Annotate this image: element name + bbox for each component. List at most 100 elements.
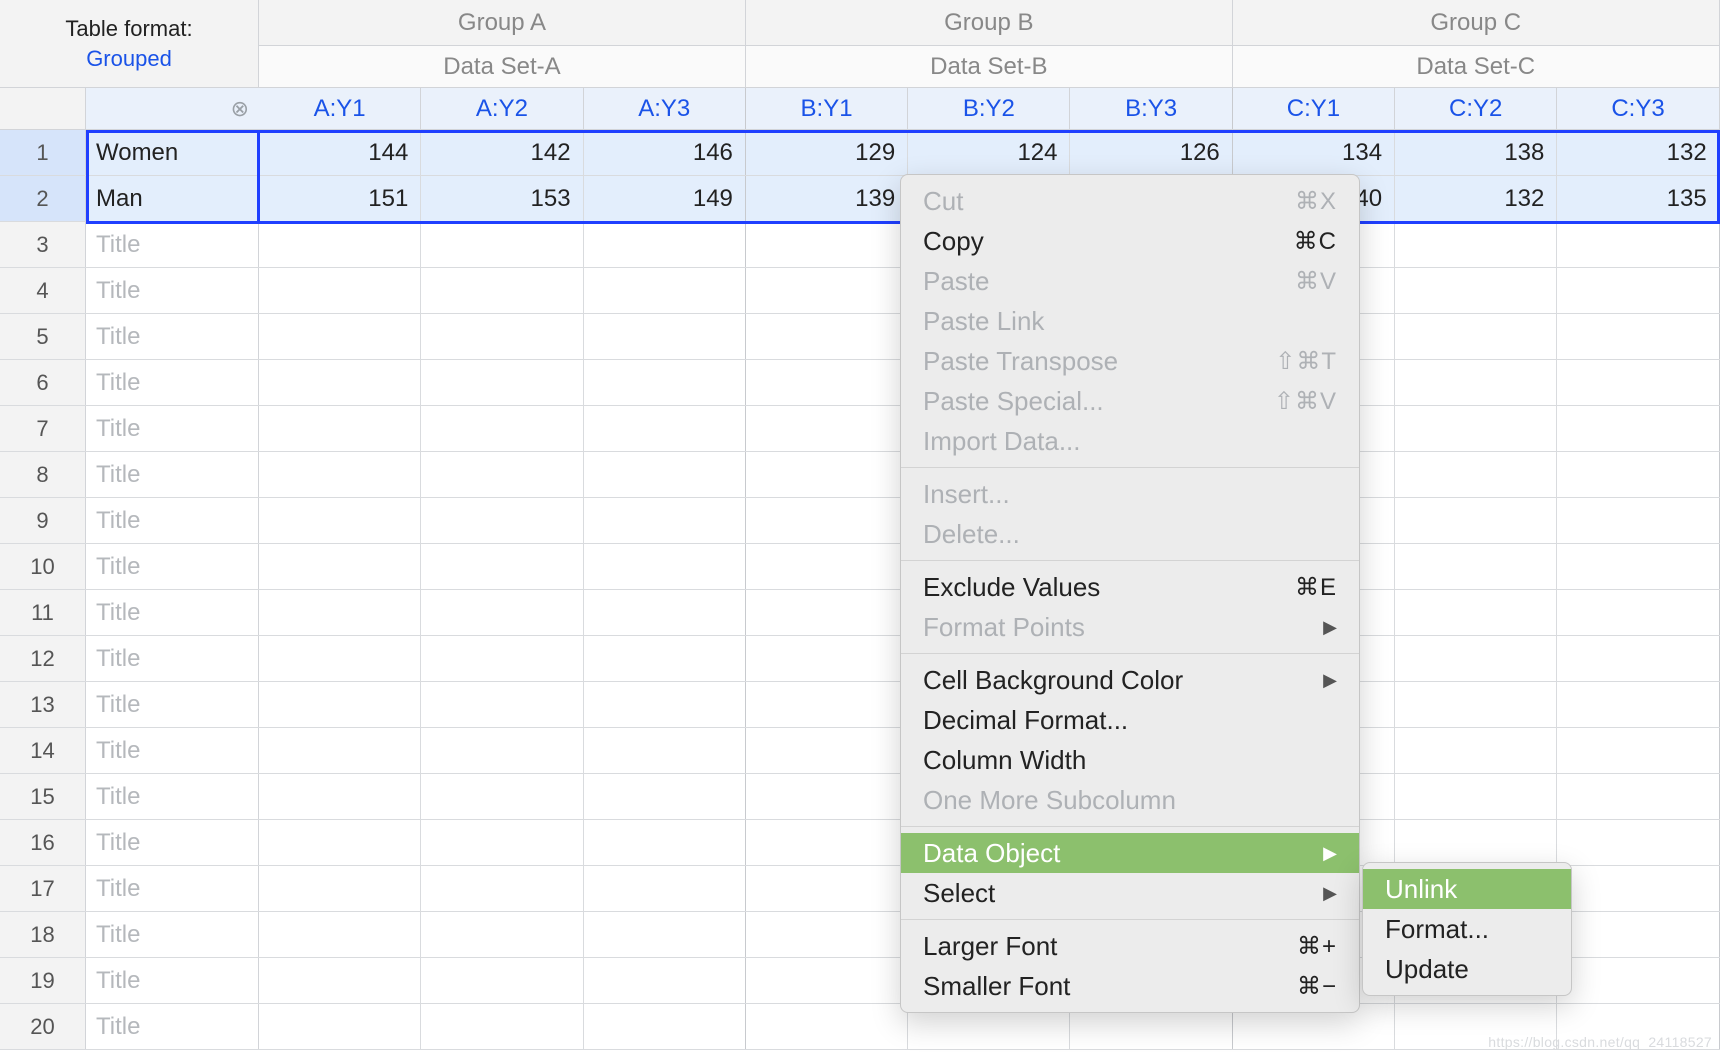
data-cell[interactable]: [746, 682, 908, 727]
row-label[interactable]: Title: [86, 498, 259, 543]
table-row[interactable]: 7Title: [0, 406, 1720, 452]
data-cell[interactable]: [1395, 406, 1557, 451]
table-row[interactable]: 3Title: [0, 222, 1720, 268]
row-number[interactable]: 7: [0, 406, 86, 451]
data-cell[interactable]: [746, 958, 908, 1003]
data-cell[interactable]: [1557, 912, 1719, 957]
data-cell[interactable]: [421, 498, 583, 543]
data-cell[interactable]: [746, 268, 908, 313]
data-cell[interactable]: [1395, 774, 1557, 819]
table-row[interactable]: 2Man151153149139140132135: [0, 176, 1720, 222]
data-cell[interactable]: [584, 958, 746, 1003]
data-cell[interactable]: [584, 636, 746, 681]
data-cell[interactable]: [259, 958, 421, 1003]
data-cell[interactable]: [584, 360, 746, 405]
table-row[interactable]: 4Title: [0, 268, 1720, 314]
row-label[interactable]: Women: [86, 130, 259, 175]
data-cell[interactable]: [259, 406, 421, 451]
table-row[interactable]: 6Title: [0, 360, 1720, 406]
data-cell[interactable]: 134: [1233, 130, 1395, 175]
data-cell[interactable]: [1557, 820, 1719, 865]
row-number[interactable]: 18: [0, 912, 86, 957]
row-number[interactable]: 20: [0, 1004, 86, 1049]
data-cell[interactable]: [259, 1004, 421, 1049]
data-cell[interactable]: [421, 774, 583, 819]
group-header-b[interactable]: Group B: [746, 0, 1233, 45]
row-number[interactable]: 17: [0, 866, 86, 911]
subcol-a-y2[interactable]: A:Y2: [421, 88, 583, 129]
data-cell[interactable]: [259, 544, 421, 589]
data-cell[interactable]: [584, 682, 746, 727]
row-label[interactable]: Title: [86, 452, 259, 497]
data-cell[interactable]: [584, 314, 746, 359]
data-cell[interactable]: [259, 314, 421, 359]
data-cell[interactable]: [584, 774, 746, 819]
data-cell[interactable]: [1557, 774, 1719, 819]
menu-item[interactable]: Column Width: [901, 740, 1359, 780]
data-cell[interactable]: [1557, 728, 1719, 773]
data-cell[interactable]: [584, 406, 746, 451]
subcol-c-y1[interactable]: C:Y1: [1233, 88, 1395, 129]
data-cell[interactable]: [746, 820, 908, 865]
data-cell[interactable]: 153: [421, 176, 583, 221]
data-cell[interactable]: 138: [1395, 130, 1557, 175]
data-cell[interactable]: [746, 498, 908, 543]
data-cell[interactable]: [1395, 728, 1557, 773]
data-cell[interactable]: [1557, 958, 1719, 1003]
data-cell[interactable]: [1557, 406, 1719, 451]
data-cell[interactable]: [1395, 544, 1557, 589]
row-label[interactable]: Title: [86, 1004, 259, 1049]
data-cell[interactable]: [421, 314, 583, 359]
subcol-b-y2[interactable]: B:Y2: [908, 88, 1070, 129]
data-cell[interactable]: [259, 636, 421, 681]
data-cell[interactable]: [421, 912, 583, 957]
data-cell[interactable]: [259, 912, 421, 957]
data-cell[interactable]: [746, 1004, 908, 1049]
data-cell[interactable]: 135: [1557, 176, 1719, 221]
data-cell[interactable]: [746, 590, 908, 635]
data-cell[interactable]: [1557, 452, 1719, 497]
data-cell[interactable]: [746, 222, 908, 267]
data-cell[interactable]: [421, 728, 583, 773]
table-row[interactable]: 15Title: [0, 774, 1720, 820]
table-row[interactable]: 12Title: [0, 636, 1720, 682]
row-number[interactable]: 8: [0, 452, 86, 497]
data-cell[interactable]: [421, 452, 583, 497]
row-label[interactable]: Title: [86, 958, 259, 1003]
row-number[interactable]: 6: [0, 360, 86, 405]
row-number[interactable]: 11: [0, 590, 86, 635]
data-cell[interactable]: 132: [1557, 130, 1719, 175]
group-header-c[interactable]: Group C: [1233, 0, 1720, 45]
row-number[interactable]: 12: [0, 636, 86, 681]
row-label[interactable]: Title: [86, 636, 259, 681]
data-cell[interactable]: [421, 958, 583, 1003]
data-cell[interactable]: [746, 774, 908, 819]
table-row[interactable]: 5Title: [0, 314, 1720, 360]
row-number[interactable]: 10: [0, 544, 86, 589]
data-cell[interactable]: [1395, 498, 1557, 543]
data-cell[interactable]: [1395, 222, 1557, 267]
data-cell[interactable]: [1557, 268, 1719, 313]
data-cell[interactable]: 129: [746, 130, 908, 175]
row-number[interactable]: 16: [0, 820, 86, 865]
data-cell[interactable]: [259, 682, 421, 727]
submenu-item[interactable]: Unlink: [1363, 869, 1571, 909]
table-row[interactable]: 9Title: [0, 498, 1720, 544]
table-row[interactable]: 8Title: [0, 452, 1720, 498]
data-cell[interactable]: [584, 452, 746, 497]
data-cell[interactable]: [259, 222, 421, 267]
row-label[interactable]: Title: [86, 728, 259, 773]
data-cell[interactable]: [584, 912, 746, 957]
data-cell[interactable]: [746, 728, 908, 773]
data-cell[interactable]: [421, 1004, 583, 1049]
data-cell[interactable]: [1557, 544, 1719, 589]
submenu-item[interactable]: Format...: [1363, 909, 1571, 949]
subcol-b-y1[interactable]: B:Y1: [746, 88, 908, 129]
group-header-a[interactable]: Group A: [259, 0, 746, 45]
dataset-header-b[interactable]: Data Set-B: [746, 46, 1233, 87]
row-label[interactable]: Title: [86, 590, 259, 635]
data-cell[interactable]: [259, 452, 421, 497]
data-cell[interactable]: [421, 222, 583, 267]
dataset-header-a[interactable]: Data Set-A: [259, 46, 746, 87]
data-cell[interactable]: [584, 498, 746, 543]
